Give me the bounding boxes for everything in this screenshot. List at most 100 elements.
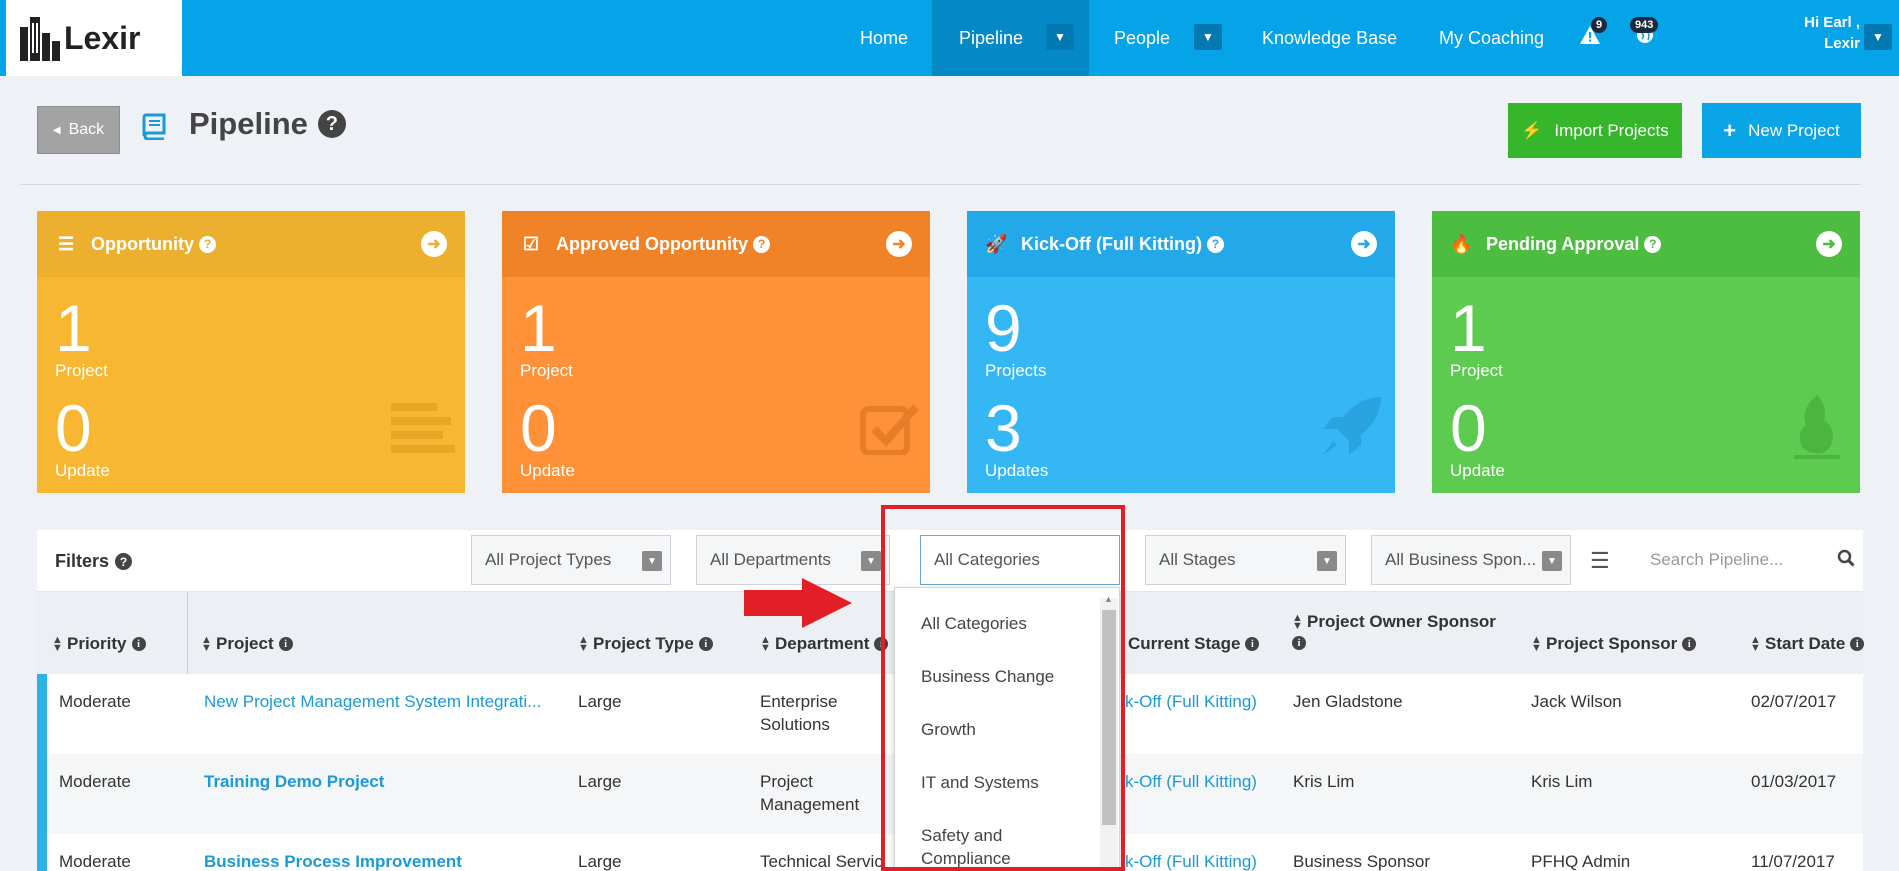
header-project[interactable]: ▲ ▼ Project i [201,634,293,654]
business-sponsor-select[interactable]: All Business Spon... ▼ [1371,535,1571,585]
header-current-stage[interactable]: Current Stage i [1128,634,1260,654]
card-project-count: 9 [985,291,1022,365]
info-icon[interactable]: i [131,637,146,651]
arrow-right-icon[interactable]: ➜ [421,231,447,257]
stages-select[interactable]: All Stages ▼ [1145,535,1346,585]
arrow-right-icon[interactable]: ➜ [1816,231,1842,257]
book-icon [140,112,168,145]
cell-project-sponsor: Kris Lim [1531,772,1593,791]
help-icon[interactable]: ? [115,553,133,570]
cell-project-link[interactable]: New Project Management System Integrati.… [204,690,541,713]
new-project-label: New Project [1748,120,1840,140]
card-header: ☑ Approved Opportunity ? ➜ [502,211,930,277]
cell-stage-link[interactable]: k-Off (Full Kitting) [1125,850,1257,871]
card-project-label: Projects [985,361,1047,380]
cell-stage-link[interactable]: k-Off (Full Kitting) [1125,690,1257,713]
stages-value: All Stages [1159,550,1236,569]
chevron-down-icon: ▼ [1542,551,1562,571]
card-approved-opportunity: ☑ Approved Opportunity ? ➜ 1 Project 0 U… [502,211,930,493]
nav-home[interactable]: Home [860,0,908,76]
header-priority[interactable]: ▲ ▼ Priority i [52,634,146,654]
cell-stage-link[interactable]: k-Off (Full Kitting) [1125,770,1257,793]
cell-priority: Moderate [59,772,131,791]
card-title: Kick-Off (Full Kitting) [1021,233,1202,254]
back-button[interactable]: ◀ Back [37,106,120,154]
cell-priority: Moderate [59,852,131,871]
project-types-select[interactable]: All Project Types ▼ [471,535,671,585]
logo[interactable]: Lexir [6,0,182,76]
bolt-icon: ⚡ [1521,120,1543,140]
card-project-label: Project [55,361,108,380]
import-projects-button[interactable]: ⚡ Import Projects [1508,103,1682,158]
nav-people[interactable]: People [1114,0,1170,76]
column-menu-button[interactable]: ☰ [1590,548,1610,574]
arrow-right-icon[interactable]: ➜ [1351,231,1377,257]
building-logo-icon [20,17,60,61]
header-start-date[interactable]: ▲ ▼ Start Date i [1750,634,1865,654]
sort-icon: ▲ ▼ [578,634,589,654]
card-project-count: 1 [55,291,92,365]
search-placeholder: Search Pipeline... [1650,550,1784,569]
sort-icon: ▲ ▼ [1292,612,1303,632]
rocket-watermark-icon [1319,395,1383,475]
cell-owner-sponsor: Business Sponsor [1293,852,1431,871]
page-title-text: Pipeline [189,106,308,141]
cell-department: Enterprise Solutions [760,692,838,734]
info-icon[interactable]: i [1292,636,1306,650]
chevron-down-icon: ▼ [642,551,662,571]
search-pipeline-input[interactable]: Search Pipeline... [1634,535,1863,585]
cell-project-link[interactable]: Training Demo Project [204,770,384,793]
card-opportunity: ☰ Opportunity ? ➜ 1 Project 0 Update [37,211,465,493]
help-icon[interactable]: ? [317,110,346,138]
cell-project-link[interactable]: Business Process Improvement [204,850,462,871]
align-left-icon: ☰ [57,233,75,254]
info-icon[interactable]: i [1682,637,1697,651]
cell-start-date: 11/07/2017 [1751,852,1835,871]
sort-icon: ▲ ▼ [52,634,63,654]
plus-icon: + [1723,117,1737,143]
nav-my-coaching[interactable]: My Coaching [1439,0,1544,76]
people-dropdown-caret[interactable]: ▼ [1194,24,1222,50]
fire-icon: 🔥 [1450,233,1473,254]
nav-knowledge-base[interactable]: Knowledge Base [1262,0,1397,76]
arrow-right-icon[interactable]: ➜ [886,231,912,257]
help-icon[interactable]: ? [753,235,770,253]
caret-left-icon: ◀ [52,124,61,136]
pipeline-dropdown-caret[interactable]: ▼ [1046,24,1074,50]
new-project-button[interactable]: + New Project [1702,103,1861,158]
alerts-badge: 9 [1591,17,1608,33]
card-header: ☰ Opportunity ? ➜ [37,211,465,277]
highlight-box [881,505,1125,871]
help-icon[interactable]: ? [1206,235,1224,253]
header-department[interactable]: ▲ ▼ Department i [760,634,889,654]
user-greeting[interactable]: Hi Earl , Lexir [1740,12,1860,54]
card-kick-off: 🚀 Kick-Off (Full Kitting) ? ➜ 9 Projects… [967,211,1395,493]
info-icon[interactable]: i [1245,637,1260,651]
info-icon[interactable]: i [698,637,713,651]
search-icon[interactable] [1837,549,1855,572]
notifications-badge: 943 [1630,17,1659,33]
greeting-org: Lexir [1824,35,1860,52]
header-department-label: Department [775,634,870,653]
page-title: Pipeline ? [189,106,346,142]
back-label: Back [68,121,105,138]
info-icon[interactable]: i [1850,637,1865,651]
info-icon[interactable]: i [278,637,293,651]
header-project-sponsor[interactable]: ▲ ▼ Project Sponsor i [1531,634,1697,654]
cell-project-sponsor: PFHQ Admin [1531,852,1631,871]
card-title: Pending Approval [1486,233,1640,254]
nav-people-label: People [1114,27,1171,48]
header-project-type-label: Project Type [593,634,694,653]
header-project-label: Project [216,634,274,653]
red-arrow-icon [744,578,854,633]
rocket-icon: 🚀 [985,233,1008,254]
card-title: Opportunity [91,233,194,254]
user-menu-caret[interactable]: ▼ [1864,24,1892,50]
header-start-date-label: Start Date [1765,634,1846,653]
sort-icon: ▲ ▼ [1750,634,1761,654]
header-project-type[interactable]: ▲ ▼ Project Type i [578,634,713,654]
help-icon[interactable]: ? [198,235,216,253]
help-icon[interactable]: ? [1644,235,1662,253]
sort-icon: ▲ ▼ [1531,634,1542,654]
header-owner-sponsor[interactable]: ▲ ▼ Project Owner Sponsor i [1292,612,1496,650]
